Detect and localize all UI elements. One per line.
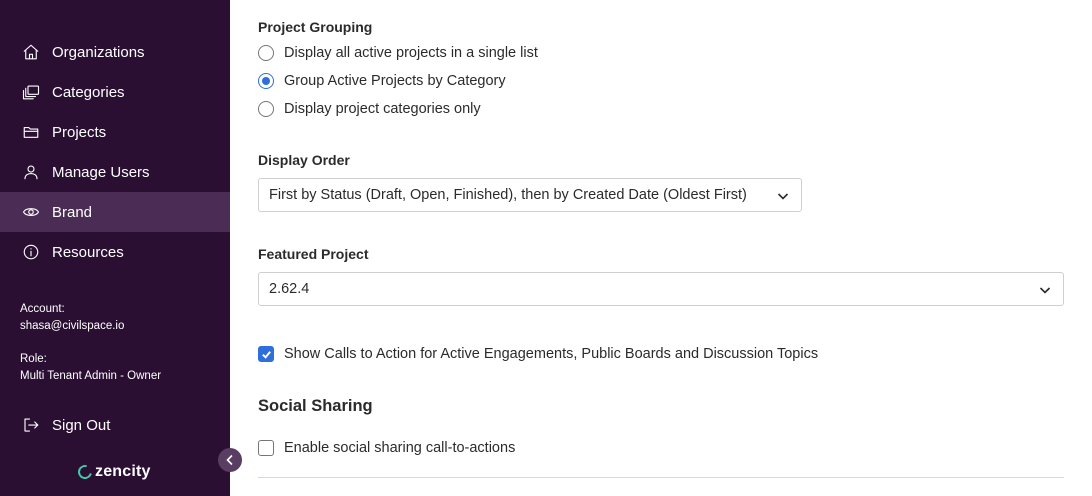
sidebar-item-projects[interactable]: Projects xyxy=(0,112,230,152)
home-icon xyxy=(21,42,41,62)
radio-button[interactable] xyxy=(258,73,274,89)
sidebar-item-label: Brand xyxy=(52,203,93,221)
sidebar-item-manage-users[interactable]: Manage Users xyxy=(0,152,230,192)
sidebar-item-brand[interactable]: Brand xyxy=(0,192,230,232)
layers-icon xyxy=(21,82,41,102)
sidebar-item-label: Organizations xyxy=(52,43,145,61)
display-order-value: First by Status (Draft, Open, Finished),… xyxy=(269,187,747,203)
sidebar-item-label: Resources xyxy=(52,243,124,261)
sign-out-label: Sign Out xyxy=(52,416,111,434)
logo-mark-icon xyxy=(75,462,95,482)
sidebar-item-label: Manage Users xyxy=(52,163,150,181)
radio-label: Group Active Projects by Category xyxy=(284,73,506,89)
social-sharing-heading: Social Sharing xyxy=(258,397,373,415)
featured-project-label: Featured Project xyxy=(258,246,369,262)
featured-project-value: 2.62.4 xyxy=(269,281,310,297)
sign-out-button[interactable]: Sign Out xyxy=(0,405,230,445)
check-icon xyxy=(261,350,271,359)
radio-group-by-category[interactable]: Group Active Projects by Category xyxy=(258,71,506,91)
logo-text: zencity xyxy=(95,463,151,480)
project-grouping-label: Project Grouping xyxy=(258,19,373,35)
radio-label: Display all active projects in a single … xyxy=(284,45,538,61)
collapse-sidebar-button[interactable] xyxy=(218,448,242,472)
social-sharing-checkbox-row[interactable]: Enable social sharing call-to-actions xyxy=(258,438,515,458)
sidebar-item-label: Projects xyxy=(52,123,107,141)
cta-checkbox[interactable] xyxy=(258,346,274,362)
radio-button[interactable] xyxy=(258,101,274,117)
account-label: Account: xyxy=(20,303,65,315)
eye-icon xyxy=(21,202,41,222)
display-order-select[interactable]: First by Status (Draft, Open, Finished),… xyxy=(258,178,802,212)
sidebar: Organizations Categories Projects Manage… xyxy=(0,0,230,496)
sidebar-item-label: Categories xyxy=(52,83,125,101)
chevron-down-icon xyxy=(1039,284,1051,296)
chevron-left-icon xyxy=(226,454,233,466)
zencity-logo: zencity xyxy=(75,462,151,482)
user-icon xyxy=(21,162,41,182)
cta-checkbox-label: Show Calls to Action for Active Engageme… xyxy=(284,346,819,362)
role-info: Role: Multi Tenant Admin - Owner xyxy=(20,351,161,385)
radio-button[interactable] xyxy=(258,45,274,61)
cta-checkbox-row[interactable]: Show Calls to Action for Active Engageme… xyxy=(258,344,818,364)
sidebar-item-organizations[interactable]: Organizations xyxy=(0,32,230,72)
radio-label: Display project categories only xyxy=(284,101,481,117)
info-icon xyxy=(21,242,41,262)
role-value: Multi Tenant Admin - Owner xyxy=(20,370,162,382)
social-sharing-checkbox-label: Enable social sharing call-to-actions xyxy=(284,440,516,456)
folder-icon xyxy=(21,122,41,142)
sidebar-nav: Organizations Categories Projects Manage… xyxy=(0,32,230,272)
sidebar-item-categories[interactable]: Categories xyxy=(0,72,230,112)
sign-out-icon xyxy=(21,415,41,435)
radio-categories-only[interactable]: Display project categories only xyxy=(258,99,481,119)
account-email: shasa@civilspace.io xyxy=(20,320,125,332)
featured-project-select[interactable]: 2.62.4 xyxy=(258,272,1064,306)
brand-settings-panel: Project Grouping Display all active proj… xyxy=(258,0,1064,496)
radio-single-list[interactable]: Display all active projects in a single … xyxy=(258,43,538,63)
role-label: Role: xyxy=(20,353,47,365)
chevron-down-icon xyxy=(777,190,789,202)
section-divider xyxy=(258,477,1064,478)
account-info: Account: shasa@civilspace.io xyxy=(20,301,124,335)
social-sharing-checkbox[interactable] xyxy=(258,440,274,456)
sidebar-item-resources[interactable]: Resources xyxy=(0,232,230,272)
display-order-label: Display Order xyxy=(258,152,350,168)
